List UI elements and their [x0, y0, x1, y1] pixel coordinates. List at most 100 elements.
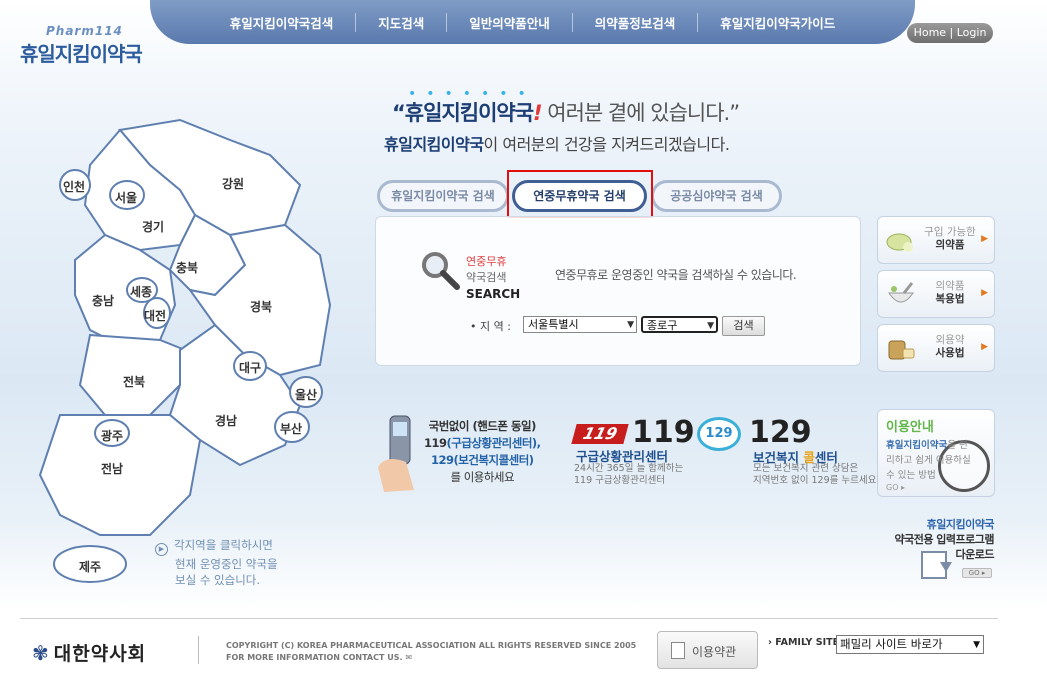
mortar-icon — [888, 282, 914, 303]
side-link-text: 구입 가능한 의약품 — [920, 226, 980, 252]
slogan-brand: “휴일지킴이약국 — [392, 101, 534, 125]
map-label-chungbuk[interactable]: 충북 — [176, 259, 198, 276]
search-title-gray: 약국검색 — [466, 271, 507, 284]
slogan-line-1: “휴일지킴이약국! 여러분 곁에 있습니다.” — [392, 97, 740, 127]
arrow-right-icon: ▶ — [981, 234, 988, 244]
info-119: 119 — [424, 436, 447, 450]
terms-button[interactable]: 이용약관 — [657, 631, 758, 669]
terms-label: 이용약관 — [692, 645, 737, 659]
arrow-right-icon: ▶ — [981, 342, 988, 352]
chevron-down-icon: ▼ — [627, 320, 634, 330]
map-label-gyeongbuk[interactable]: 경북 — [250, 298, 272, 315]
magnifier-icon — [422, 252, 460, 290]
ointment-icon — [888, 340, 915, 360]
side-link-line2: 복용법 — [935, 293, 965, 305]
footer-logo[interactable]: ✾ 대한약사회 — [32, 639, 146, 666]
footer-logo-text: 대한약사회 — [53, 643, 147, 665]
side-link-available-drugs[interactable]: 구입 가능한 의약품 ▶ — [877, 216, 995, 264]
info-line4: 를 이용하세요 — [450, 470, 515, 484]
korea-map — [38, 118, 332, 583]
side-link-line1: 외용약 — [935, 334, 965, 346]
slogan2-brand: 휴일지킴이약국 — [384, 135, 484, 154]
city-select[interactable]: 서울특별시 ▼ — [523, 316, 637, 333]
site-logo[interactable]: Pharm114 휴일지킴이약국 — [20, 24, 143, 67]
side-link-text: 의약품 복용법 — [920, 280, 980, 306]
map-note-text2: 현재 운영중인 약국을 — [175, 557, 278, 571]
side-link-line1: 의약품 — [935, 280, 965, 292]
family-site-select[interactable]: 패밀리 사이트 바로가 ▼ — [836, 635, 984, 654]
district-select[interactable]: 종로구 ▼ — [641, 316, 718, 333]
family-site-label: › FAMILY SITE — [768, 637, 840, 648]
side-link-topical[interactable]: 외용약 사용법 ▶ — [877, 324, 995, 372]
tab-holiday-pharmacy-search[interactable]: 휴일지킴이약국 검색 — [377, 180, 509, 212]
slogan-exclaim: ! — [533, 101, 543, 125]
slogan2-rest: 이 여러분의 건강을 지켜드리겠습니다. — [483, 135, 730, 154]
map-label-jeonbuk[interactable]: 전북 — [123, 373, 145, 390]
map-label-daejeon[interactable]: 대전 — [144, 307, 166, 324]
map-label-gyeonggi[interactable]: 경기 — [142, 218, 164, 235]
nav-guide[interactable]: 휴일지킴이약국가이드 — [698, 13, 857, 32]
map-note-line1: ▶ 각지역을 클릭하시면 — [155, 537, 278, 556]
info-line1: 국번없이 (핸드폰 동일) — [428, 419, 537, 433]
chevron-down-icon: ▼ — [973, 640, 980, 650]
map-label-sejong[interactable]: 세종 — [130, 283, 152, 300]
desc-119: 24시간 365일 늘 함께하는 119 구급상황관리센터 — [574, 463, 683, 487]
desc-129: 모든 보건복지 관련 상담은 지역번호 없이 129를 누르세요. — [753, 463, 879, 487]
region-label: • 지 역 : — [470, 320, 511, 333]
map-label-jeju[interactable]: 제주 — [79, 558, 101, 575]
map-label-incheon[interactable]: 인천 — [63, 178, 85, 195]
district-select-value: 종로구 — [647, 319, 678, 332]
logo-subtitle: Pharm114 — [46, 24, 123, 38]
desc-129-line2: 지역번호 없이 129를 누르세요. — [753, 475, 880, 486]
top-nav: 휴일지킴이약국검색 지도검색 일반의약품안내 의약품정보검색 휴일지킴이약국가이… — [150, 0, 915, 44]
side-link-text: 외용약 사용법 — [920, 334, 980, 360]
copyright-line1: COPYRIGHT (C) KOREA PHARMACEUTICAL ASSOC… — [226, 641, 637, 650]
nav-holiday-pharmacy-search[interactable]: 휴일지킴이약국검색 — [208, 12, 357, 32]
nav-drug-info-search[interactable]: 의약품정보검색 — [573, 12, 699, 32]
map-label-daegu[interactable]: 대구 — [239, 359, 261, 376]
map-label-busan[interactable]: 부산 — [280, 420, 302, 437]
guide-text-bold: 휴일지킴이약국 — [886, 440, 948, 451]
desc-119-line1: 24시간 365일 늘 함께하는 — [574, 463, 684, 474]
footer-divider-line — [20, 618, 998, 619]
copyright: COPYRIGHT (C) KOREA PHARMACEUTICAL ASSOC… — [226, 640, 636, 664]
mail-icon[interactable]: ✉ — [405, 653, 412, 662]
program-line2: 약국전용 입력프로그램 — [894, 533, 994, 546]
badge-119: 119 — [571, 424, 629, 444]
map-label-gangwon[interactable]: 강원 — [222, 175, 244, 192]
cellphone-icon — [378, 415, 414, 492]
footer-vertical-divider — [198, 636, 199, 664]
slogan-rest: 여러분 곁에 있습니다.” — [541, 101, 740, 125]
side-link-line2: 사용법 — [935, 347, 965, 359]
map-note-text1: 각지역을 클릭하시면 — [174, 538, 273, 552]
number-129: 129 — [749, 415, 812, 450]
nav-otc-drug-info[interactable]: 일반의약품안내 — [447, 12, 573, 32]
info-119-desc: (구급상황관리센터), — [446, 436, 542, 450]
usage-guide-box[interactable]: 이용안내 휴일지킴이약국을 편리하고 쉽게 이용하실 수 있는 방법 GO ▸ — [877, 409, 995, 497]
search-description: 연중무휴로 운영중인 약국을 검색하실 수 있습니다. — [555, 268, 797, 282]
program-go-button[interactable]: GO ▸ — [962, 568, 992, 578]
nav-map-search[interactable]: 지도검색 — [356, 12, 448, 32]
guide-go-button[interactable]: GO ▸ — [886, 483, 905, 492]
map-label-gyeongnam[interactable]: 경남 — [215, 412, 237, 429]
chevron-down-icon: ▼ — [707, 321, 714, 331]
search-title-en: SEARCH — [466, 287, 521, 301]
guide-text: 휴일지킴이약국을 편리하고 쉽게 이용하실 수 있는 방법 — [886, 438, 976, 483]
search-button[interactable]: 검색 — [722, 316, 765, 336]
home-login-button[interactable]: Home | Login — [907, 23, 993, 43]
map-label-jeonnam[interactable]: 전남 — [101, 460, 123, 477]
tab-late-night-pharmacy-search[interactable]: 공공심야약국 검색 — [651, 180, 782, 212]
map-label-gwangju[interactable]: 광주 — [101, 427, 123, 444]
search-panel — [375, 216, 861, 366]
kpa-emblem-icon: ✾ — [32, 641, 50, 665]
map-label-seoul[interactable]: 서울 — [115, 189, 137, 206]
arrow-right-icon: ▶ — [981, 288, 988, 298]
map-label-ulsan[interactable]: 울산 — [295, 386, 317, 403]
side-link-dosage[interactable]: 의약품 복용법 ▶ — [877, 270, 995, 318]
guide-title: 이용안내 — [886, 420, 934, 435]
map-label-chungnam[interactable]: 충남 — [92, 292, 114, 309]
search-title: 연중무휴 약국검색 SEARCH — [466, 254, 520, 302]
download-icon — [921, 551, 952, 579]
program-line1: 휴일지킴이약국 — [926, 518, 995, 531]
city-select-value: 서울특별시 — [528, 318, 579, 331]
